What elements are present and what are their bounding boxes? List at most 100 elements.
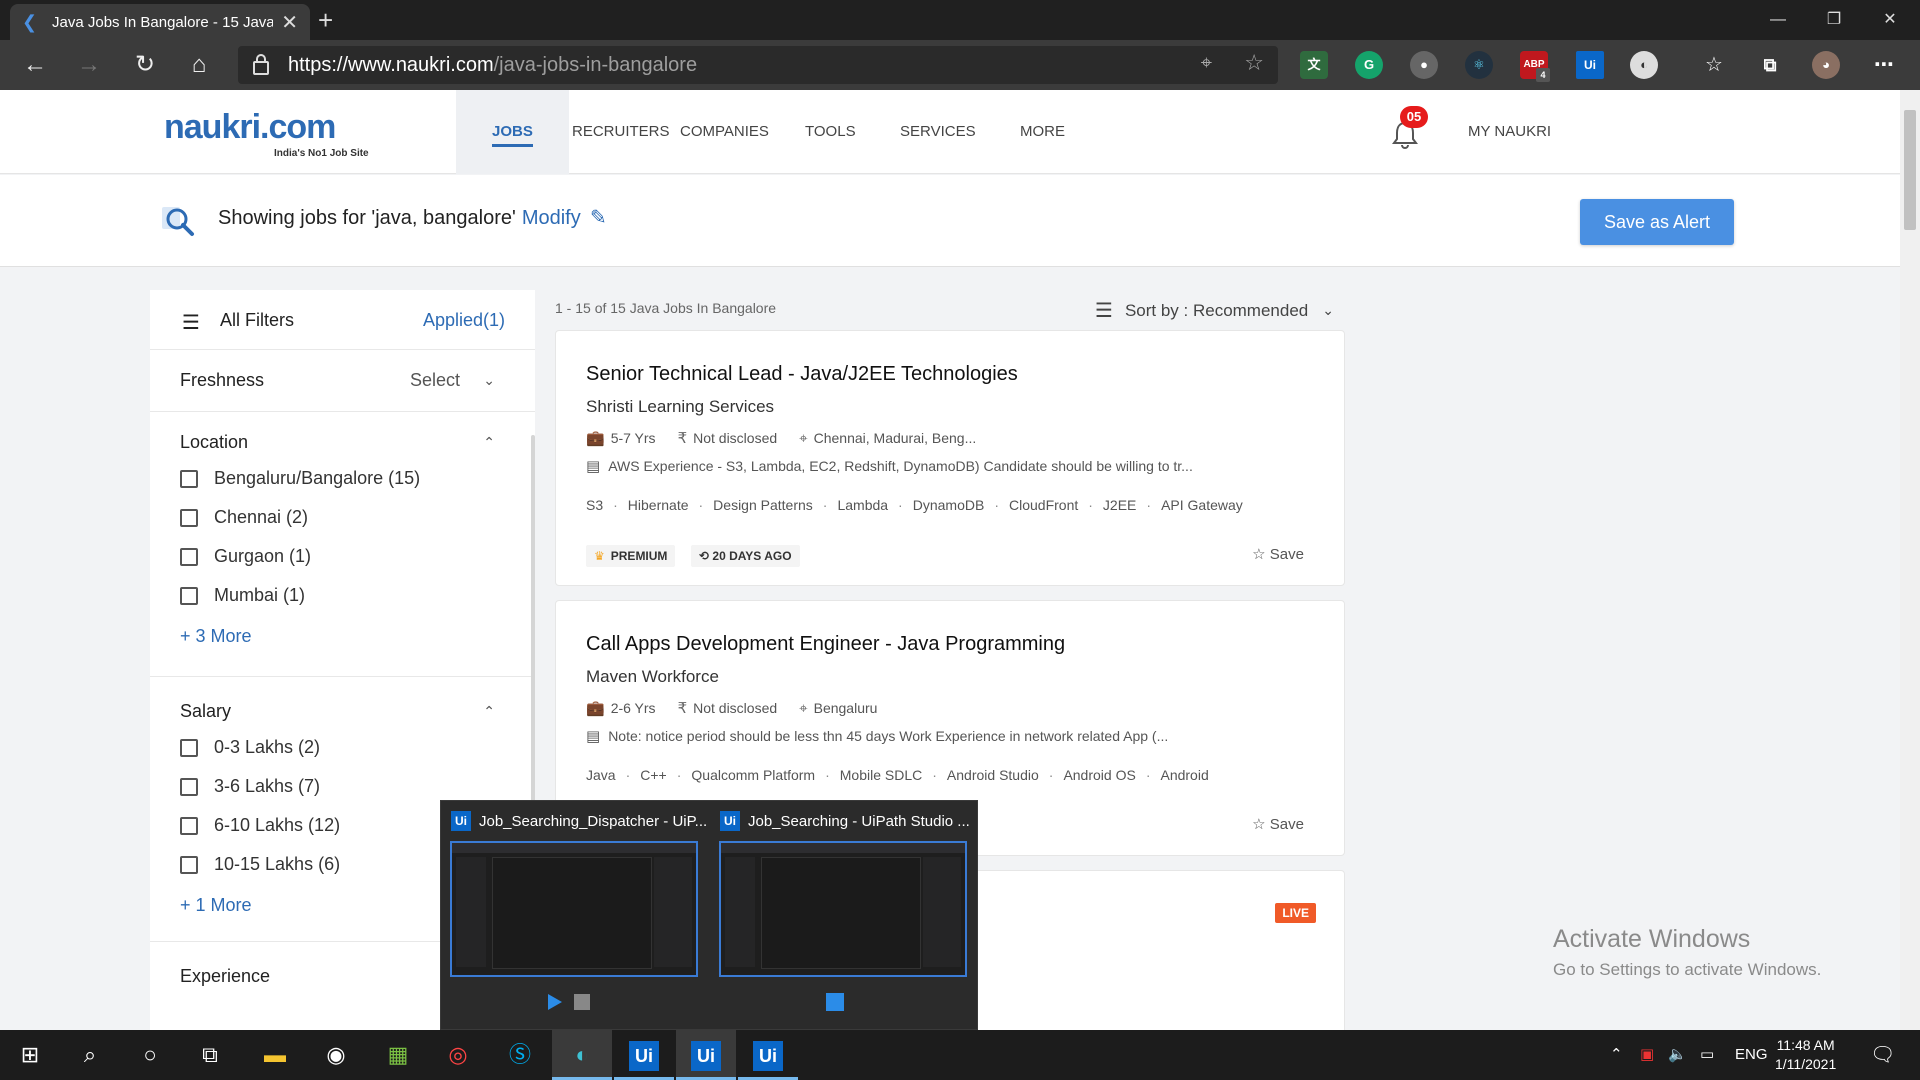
spreadsheet-app-icon[interactable]: ▦ (368, 1030, 428, 1080)
save-job-button[interactable]: ☆ Save (1252, 815, 1304, 833)
task-view-icon[interactable]: ⧉ (180, 1030, 240, 1080)
chevron-down-icon[interactable]: ⌄ (483, 372, 495, 389)
document-icon: ▤ (586, 458, 601, 475)
checkbox[interactable] (180, 738, 198, 757)
address-bar[interactable]: https://www.naukri.com/java-jobs-in-bang… (238, 46, 1278, 84)
salary-option[interactable]: 6-10 Lakhs (12) (180, 815, 340, 836)
refresh-button[interactable]: ↻ (120, 40, 170, 90)
location-option[interactable]: Gurgaon (1) (180, 546, 311, 567)
company-name[interactable]: Maven Workforce (586, 667, 719, 687)
window-preview[interactable] (450, 841, 698, 977)
sort-dropdown[interactable]: ☰ Sort by : Recommended ⌄ (1095, 298, 1334, 323)
checkbox[interactable] (180, 855, 198, 874)
freshness-filter[interactable]: Freshness Select ⌄ (150, 350, 535, 412)
checkbox[interactable] (180, 777, 198, 796)
job-title[interactable]: Senior Technical Lead - Java/J2EE Techno… (586, 363, 1018, 386)
chevron-up-icon[interactable]: ⌃ (483, 703, 495, 720)
show-hidden-icons[interactable]: ⌃ (1610, 1030, 1623, 1080)
my-naukri-menu[interactable]: MY NAUKRI (1468, 90, 1551, 174)
network-icon[interactable]: ▭ (1700, 1030, 1714, 1080)
job-card[interactable]: Senior Technical Lead - Java/J2EE Techno… (555, 330, 1345, 586)
extension-translate-icon[interactable]: 文 (1300, 51, 1328, 79)
nav-jobs[interactable]: JOBS (456, 90, 569, 174)
forward-button[interactable]: → (64, 40, 114, 90)
nav-tools[interactable]: TOOLS (805, 90, 856, 174)
scrollbar-thumb[interactable] (1904, 110, 1916, 230)
edit-pencil-icon[interactable]: ✎ (590, 205, 607, 230)
job-title[interactable]: Call Apps Development Engineer - Java Pr… (586, 633, 1065, 656)
edge-icon[interactable]: ◐ (552, 1030, 612, 1080)
page-scrollbar[interactable] (1900, 90, 1920, 1030)
thumbnail-title: Job_Searching - UiPath Studio ... (748, 812, 970, 830)
job-tags: S3 · Hibernate · Design Patterns · Lambda · Dyna… (586, 497, 1243, 513)
salary-option[interactable]: 10-15 Lakhs (6) (180, 854, 340, 875)
extension-circle-icon[interactable]: ◐ (1630, 51, 1658, 79)
location-pin-icon[interactable]: ⌖ (1201, 52, 1212, 75)
extension-record-icon[interactable]: ● (1410, 51, 1438, 79)
location-option[interactable]: Chennai (2) (180, 507, 308, 528)
more-menu-icon[interactable]: ⋯ (1870, 51, 1898, 79)
uipath-studio-icon[interactable]: Ui (676, 1030, 736, 1080)
system-clock[interactable]: 11:48 AM 1/11/2021 (1775, 1036, 1836, 1074)
clock-date: 1/11/2021 (1775, 1056, 1837, 1072)
nav-companies[interactable]: COMPANIES (680, 90, 769, 174)
uipath-assistant-icon[interactable]: Ui (614, 1030, 674, 1080)
save-as-alert-button[interactable]: Save as Alert (1580, 199, 1734, 245)
action-center-icon[interactable]: 🗨 (1870, 1030, 1895, 1080)
salary-option[interactable]: 3-6 Lakhs (7) (180, 776, 320, 797)
chevron-up-icon[interactable]: ⌃ (483, 434, 495, 451)
app-icon[interactable]: ◉ (306, 1030, 366, 1080)
uipath-robot-icon[interactable]: Ui (738, 1030, 798, 1080)
nav-recruiters[interactable]: RECRUITERS (572, 90, 670, 174)
stop-icon[interactable] (822, 989, 848, 1015)
react-devtools-icon[interactable]: ⚛ (1465, 51, 1493, 79)
thumbnail-window[interactable]: Ui Job_Searching - UiPath Studio ... (710, 801, 978, 1031)
close-window-button[interactable]: ✕ (1862, 0, 1918, 40)
company-name[interactable]: Shristi Learning Services (586, 397, 774, 417)
uipath-extension-icon[interactable]: Ui (1576, 51, 1604, 79)
collections-icon[interactable]: ⧉ (1756, 51, 1784, 79)
search-icon[interactable]: ⌕ (60, 1030, 120, 1080)
location-option[interactable]: Bengaluru/Bangalore (15) (180, 468, 420, 489)
checkbox[interactable] (180, 816, 198, 835)
checkbox[interactable] (180, 469, 198, 488)
freshness-select[interactable]: Select (410, 370, 460, 391)
play-icon[interactable] (541, 989, 567, 1015)
nav-services[interactable]: SERVICES (900, 90, 976, 174)
favorites-icon[interactable]: ☆ (1700, 51, 1728, 79)
start-windows-icon[interactable]: ⊞ (0, 1030, 60, 1080)
grammarly-icon[interactable]: G (1355, 51, 1383, 79)
volume-icon[interactable]: 🔈 (1668, 1030, 1687, 1080)
location-more-link[interactable]: + 3 More (180, 626, 252, 647)
home-button[interactable]: ⌂ (174, 40, 224, 90)
star-icon: ☆ (1252, 546, 1270, 563)
nav-more[interactable]: MORE (1020, 90, 1065, 174)
language-indicator[interactable]: ENG (1735, 1030, 1768, 1080)
applied-filters-link[interactable]: Applied(1) (423, 310, 505, 331)
new-tab-button[interactable]: + (318, 4, 333, 36)
tray-app-icon[interactable]: ▣ (1640, 1030, 1654, 1080)
salary-option[interactable]: 0-3 Lakhs (2) (180, 737, 320, 758)
favorite-star-icon[interactable]: ☆ (1244, 50, 1264, 76)
close-tab-icon[interactable]: ✕ (281, 10, 298, 35)
back-button[interactable]: ← (10, 40, 60, 90)
stop-icon[interactable] (569, 989, 595, 1015)
checkbox[interactable] (180, 508, 198, 527)
skype-icon[interactable]: Ⓢ (490, 1030, 550, 1080)
checkbox[interactable] (180, 586, 198, 605)
chrome-icon[interactable]: ◎ (428, 1030, 488, 1080)
profile-avatar[interactable]: ◕ (1812, 51, 1840, 79)
file-explorer-icon[interactable]: ▬ (245, 1030, 305, 1080)
location-option[interactable]: Mumbai (1) (180, 585, 305, 606)
cortana-icon[interactable]: ○ (120, 1030, 180, 1080)
modify-search-link[interactable]: Modify (522, 207, 581, 229)
salary-more-link[interactable]: + 1 More (180, 895, 252, 916)
save-job-button[interactable]: ☆ Save (1252, 545, 1304, 563)
thumbnail-window[interactable]: Ui Job_Searching_Dispatcher - UiP... (441, 801, 709, 1031)
browser-tab[interactable]: ❮ Java Jobs In Bangalore - 15 Java ✕ (10, 4, 310, 40)
naukri-logo[interactable]: naukri.com India's No1 Job Site (164, 108, 369, 159)
checkbox[interactable] (180, 547, 198, 566)
restore-button[interactable]: ❐ (1806, 0, 1862, 40)
window-preview[interactable] (719, 841, 967, 977)
minimize-button[interactable]: — (1750, 0, 1806, 40)
